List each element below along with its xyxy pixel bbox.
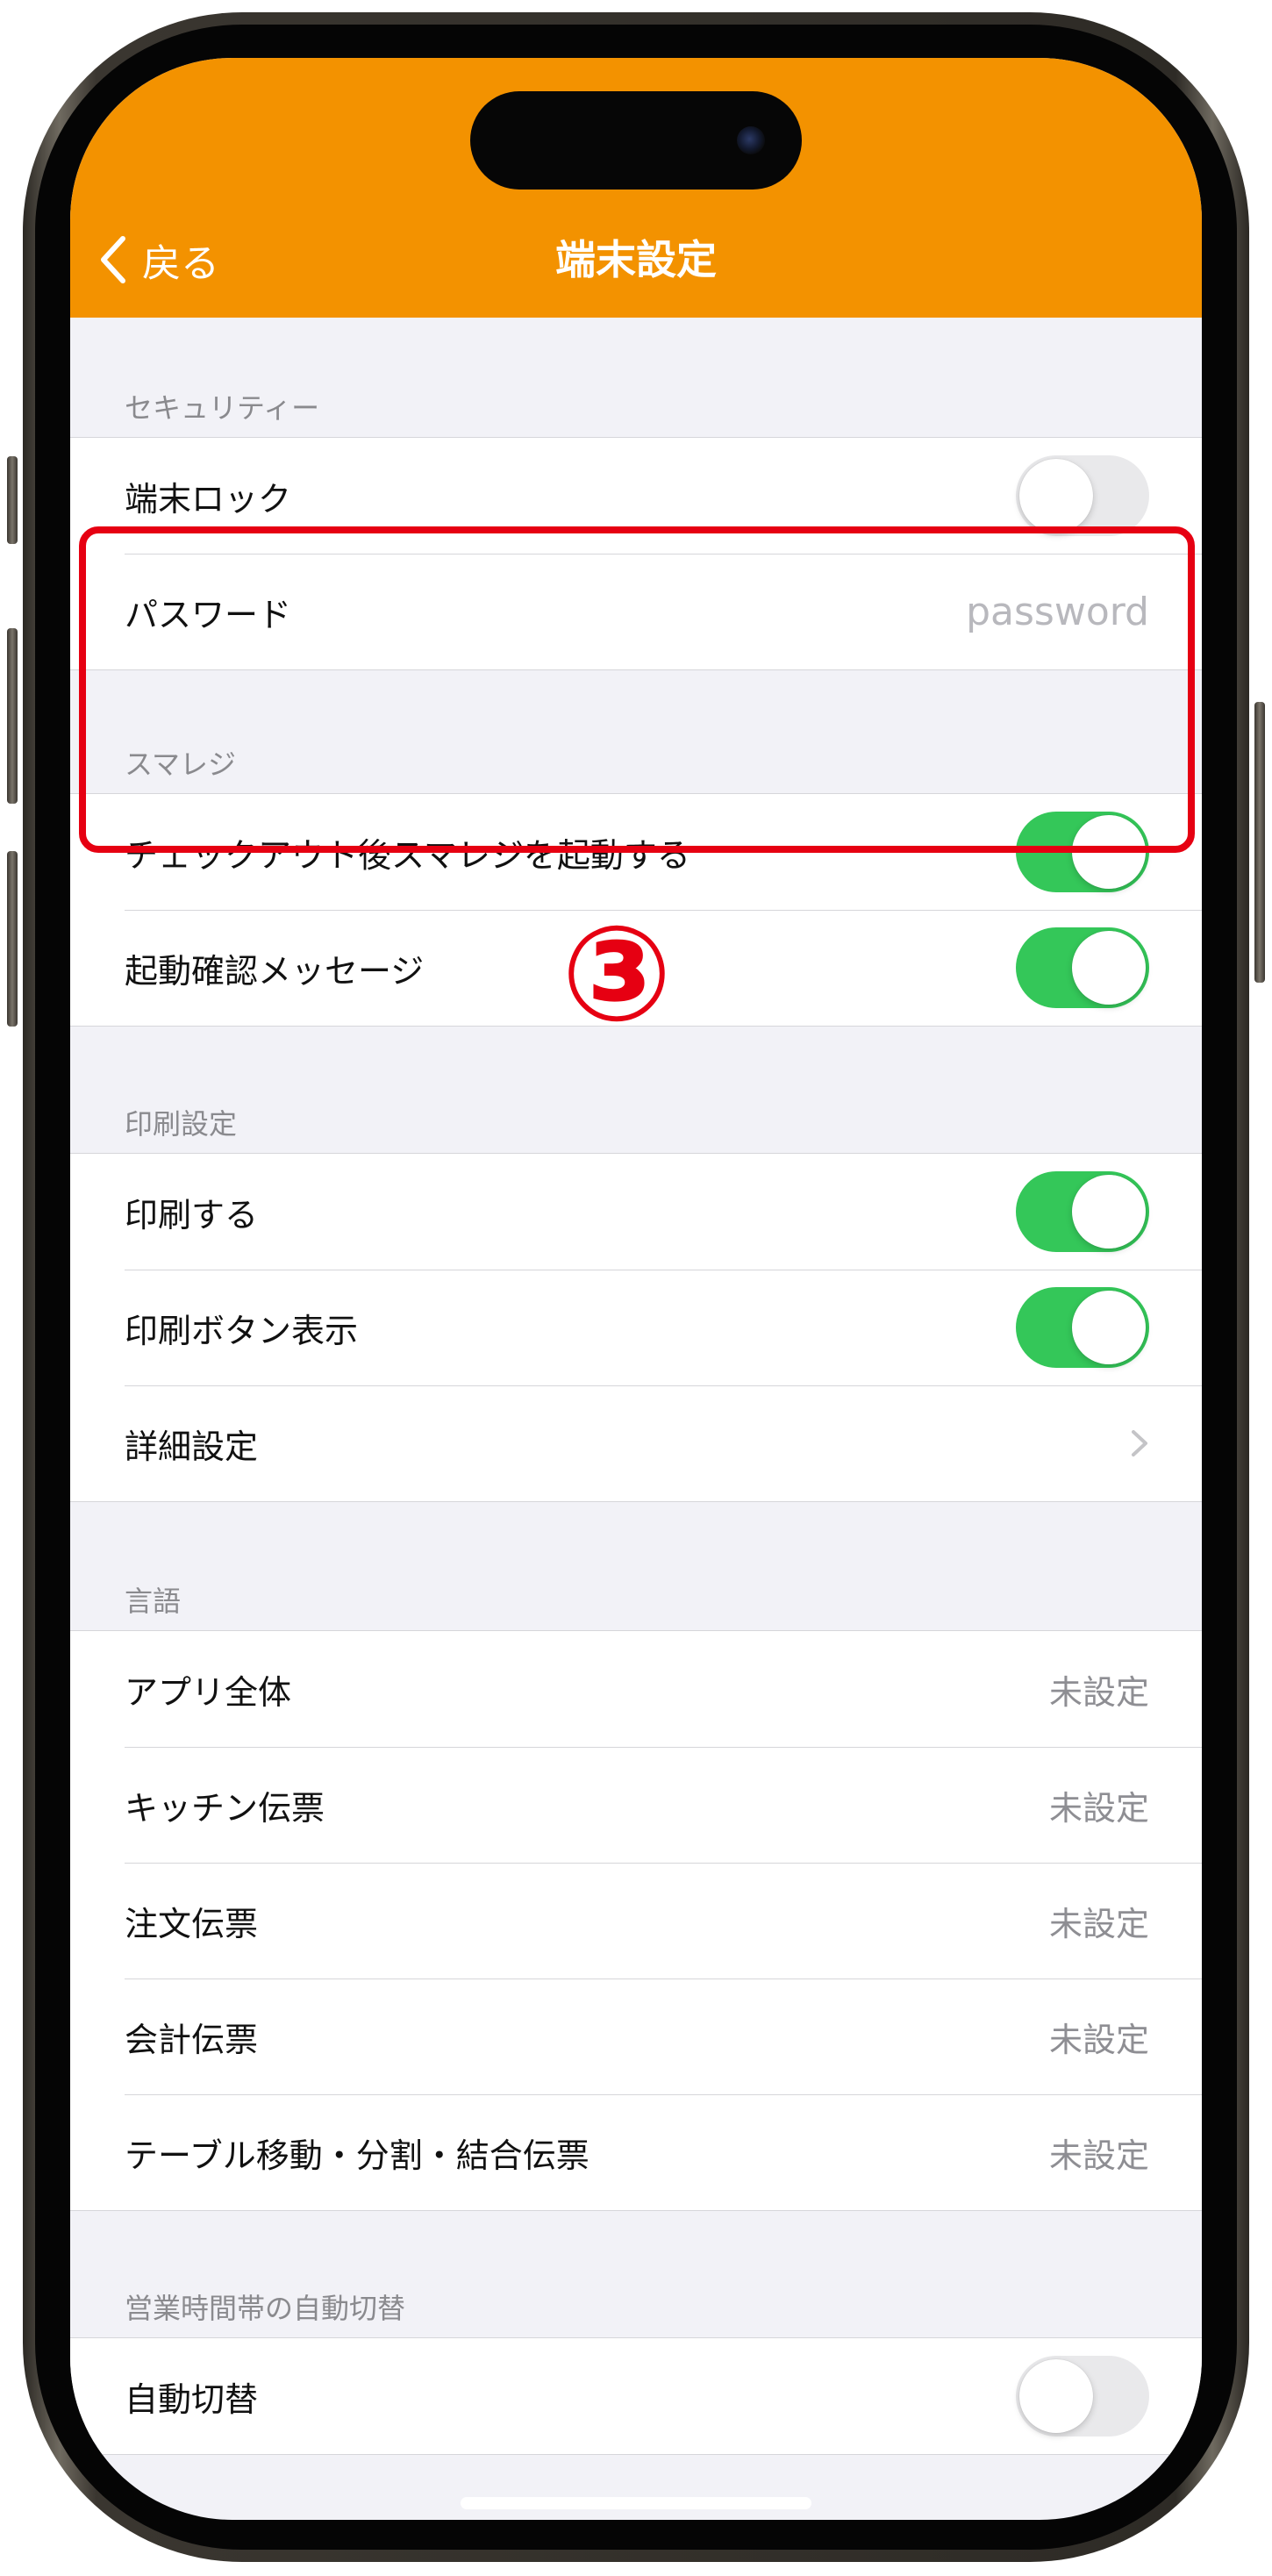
toggle-knob [1072,931,1146,1005]
screen: 戻る 端末設定 セキュリティー 端末ロック パスワード password スマレ… [70,58,1202,2520]
section-header-security: セキュリティー [125,391,320,425]
row-language-kitchen[interactable]: キッチン伝票 未設定 [70,1747,1202,1863]
auto-switch-label: 自動切替 [125,2379,259,2419]
language-app-value: 未設定 [1048,1672,1149,1712]
toggle-knob [1072,1175,1146,1249]
language-order-value: 未設定 [1048,1904,1149,1943]
group-language: アプリ全体 未設定 キッチン伝票 未設定 注文伝票 未設定 会計伝票 未設定 テ… [70,1630,1202,2211]
dynamic-island [470,91,802,190]
language-bill-value: 未設定 [1048,2020,1149,2059]
auto-switch-toggle[interactable] [1016,2356,1149,2436]
launch-smaregi-toggle[interactable] [1016,812,1149,892]
home-indicator[interactable] [461,2497,811,2509]
device-lock-toggle[interactable] [1016,455,1149,536]
language-table-move-value: 未設定 [1048,2136,1149,2175]
detail-settings-label: 詳細設定 [125,1427,259,1466]
section-header-print: 印刷設定 [125,1107,238,1141]
language-kitchen-label: キッチン伝票 [125,1788,325,1828]
chevron-right-icon [1132,1430,1147,1456]
language-order-label: 注文伝票 [125,1904,259,1943]
device-lock-label: 端末ロック [125,479,292,519]
language-bill-label: 会計伝票 [125,2020,259,2059]
toggle-knob [1072,815,1146,889]
action-button [7,456,18,544]
row-language-table-move[interactable]: テーブル移動・分割・結合伝票 未設定 [70,2094,1202,2210]
power-button [1254,702,1265,983]
toggle-knob [1019,459,1093,533]
row-device-lock: 端末ロック [70,438,1202,554]
section-header-auto-switch: 営業時間帯の自動切替 [125,2292,406,2325]
language-kitchen-value: 未設定 [1048,1788,1149,1828]
volume-up-button [7,628,18,804]
password-field[interactable]: password [966,590,1149,634]
front-camera [737,126,765,154]
row-print-button: 印刷ボタン表示 [70,1270,1202,1385]
section-header-language: 言語 [125,1585,182,1618]
row-language-app[interactable]: アプリ全体 未設定 [70,1631,1202,1747]
launch-confirm-toggle[interactable] [1016,927,1149,1008]
print-toggle[interactable] [1016,1171,1149,1252]
row-detail-settings[interactable]: 詳細設定 [70,1385,1202,1501]
row-language-bill[interactable]: 会計伝票 未設定 [70,1979,1202,2094]
annotation-number: ③ [561,898,673,1051]
print-button-label: 印刷ボタン表示 [125,1311,359,1350]
group-print: 印刷する 印刷ボタン表示 詳細設定 [70,1153,1202,1502]
row-launch-smaregi: チェックアウト後スマレジを起動する [70,794,1202,910]
row-language-order[interactable]: 注文伝票 未設定 [70,1863,1202,1979]
language-app-label: アプリ全体 [125,1672,292,1712]
nav-bar: 戻る 端末設定 [70,58,1202,318]
toggle-knob [1072,1291,1146,1364]
section-header-smaregi: スマレジ [125,748,237,781]
group-security: 端末ロック パスワード password [70,437,1202,670]
row-auto-switch: 自動切替 [70,2338,1202,2454]
group-auto-switch: 自動切替 [70,2337,1202,2455]
toggle-knob [1019,2359,1093,2433]
row-print: 印刷する [70,1154,1202,1270]
volume-down-button [7,851,18,1027]
language-table-move-label: テーブル移動・分割・結合伝票 [125,2136,590,2175]
print-button-toggle[interactable] [1016,1287,1149,1368]
page-title: 端末設定 [555,236,717,283]
row-password[interactable]: パスワード password [70,554,1202,669]
password-label: パスワード [125,595,292,634]
launch-smaregi-label: チェックアウト後スマレジを起動する [125,835,690,875]
print-label: 印刷する [125,1195,259,1234]
